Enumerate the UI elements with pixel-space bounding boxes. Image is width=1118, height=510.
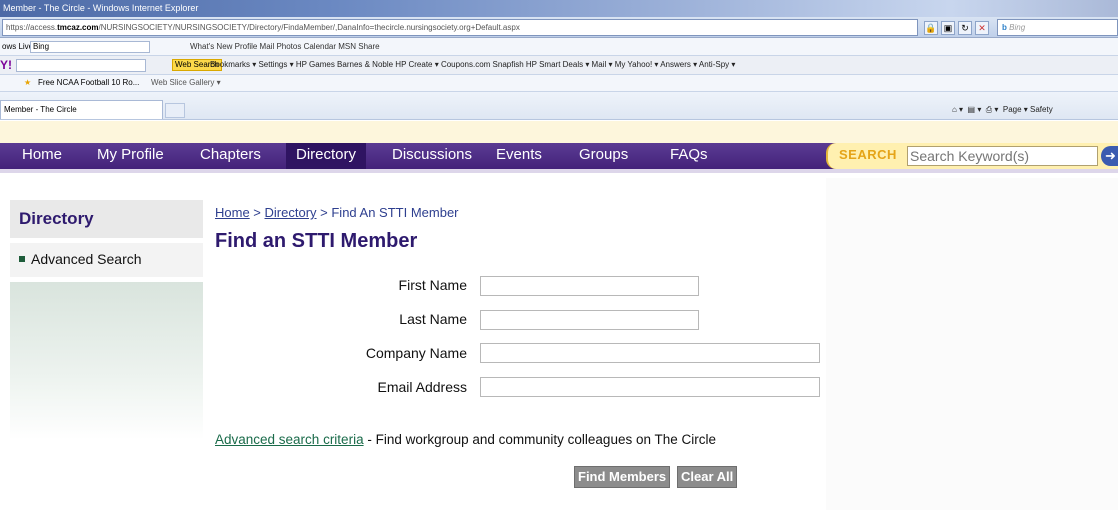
breadcrumb-directory-link[interactable]: Directory (265, 205, 317, 220)
last-name-label: Last Name (399, 311, 467, 327)
print-icon[interactable]: ⎙ ▾ (986, 105, 999, 114)
sidebar-item-advanced-search[interactable]: Advanced Search (10, 243, 203, 277)
right-panel (826, 178, 1118, 510)
square-bullet-icon (19, 256, 25, 262)
command-bar-tools[interactable]: ⌂ ▾ ▤ ▾ ⎙ ▾ Page ▾ Safety (952, 103, 1053, 117)
email-address-label: Email Address (377, 379, 467, 395)
nav-directory[interactable]: Directory (286, 143, 367, 169)
live-search-input[interactable]: Bing (30, 41, 150, 53)
window-title: Member - The Circle - Windows Internet E… (0, 0, 1118, 17)
search-input[interactable] (907, 146, 1098, 166)
last-name-field[interactable] (480, 310, 699, 330)
feeds-icon[interactable]: ▤ ▾ (968, 105, 982, 114)
bing-icon: b (1002, 23, 1007, 32)
favorites-star-icon[interactable]: ★ (24, 75, 31, 91)
address-bar: https://access.tmcaz.com/NURSINGSOCIETY/… (0, 17, 1118, 38)
search-label: SEARCH (839, 147, 897, 162)
breadcrumb-home-link[interactable]: Home (215, 205, 250, 220)
url-field[interactable]: https://access.tmcaz.com/NURSINGSOCIETY/… (2, 19, 918, 36)
nav-groups[interactable]: Groups (579, 143, 628, 169)
compat-icon[interactable]: ▣ (941, 20, 955, 35)
live-toolbar: ows Live Bing What's New Profile Mail Ph… (0, 38, 1118, 56)
stop-icon[interactable]: ✕ (975, 20, 989, 35)
advanced-search-criteria-link[interactable]: Advanced search criteria (215, 432, 364, 447)
clear-all-button[interactable]: Clear All (677, 466, 738, 488)
web-slice-gallery-link[interactable]: Web Slice Gallery ▾ (151, 75, 221, 91)
first-name-field[interactable] (480, 276, 699, 296)
page-top-strip (0, 121, 1118, 143)
site-search: SEARCH ➜ (826, 143, 1118, 169)
yahoo-logo-icon[interactable]: Y! (0, 56, 12, 74)
favorites-bar: ★ Free NCAA Football 10 Ro... Web Slice … (0, 75, 1118, 92)
yahoo-search-input[interactable] (16, 59, 146, 72)
nav-discussions[interactable]: Discussions (392, 143, 472, 169)
search-go-arrow-icon[interactable]: ➜ (1101, 146, 1118, 166)
favorite-link[interactable]: Free NCAA Football 10 Ro... (38, 75, 139, 91)
advanced-search-line: Advanced search criteria - Find workgrou… (215, 432, 716, 447)
find-members-button[interactable]: Find Members (574, 466, 671, 488)
live-toolbar-links[interactable]: What's New Profile Mail Photos Calendar … (190, 38, 380, 55)
sidebar-title: Directory (10, 200, 203, 238)
nav-chapters[interactable]: Chapters (200, 143, 261, 169)
nav-faqs[interactable]: FAQs (670, 143, 708, 169)
page-title: Find an STTI Member (215, 230, 418, 252)
address-bar-icons: 🔒 ▣ ↻ ✕ (924, 20, 989, 35)
live-toolbar-label: ows Live (2, 42, 34, 51)
company-name-label: Company Name (365, 345, 467, 361)
breadcrumb-current: Find An STTI Member (331, 205, 459, 220)
nav-my-profile[interactable]: My Profile (97, 143, 164, 169)
browser-tab[interactable]: Member - The Circle (0, 100, 163, 119)
site-nav: Home My Profile Chapters Directory Discu… (0, 143, 1118, 173)
email-address-field[interactable] (480, 377, 820, 397)
sidebar-item-label: Advanced Search (31, 251, 142, 267)
advanced-search-description: - Find workgroup and community colleague… (363, 432, 716, 447)
breadcrumb: Home > Directory > Find An STTI Member (215, 205, 459, 220)
bing-search-box[interactable]: b Bing (997, 19, 1118, 36)
yahoo-toolbar: Y! Web Search Bookmarks ▾ Settings ▾ HP … (0, 56, 1118, 75)
left-sidebar: Directory Advanced Search (10, 200, 203, 440)
home-icon[interactable]: ⌂ ▾ (952, 105, 963, 114)
company-name-field[interactable] (480, 343, 820, 363)
yahoo-toolbar-links[interactable]: Bookmarks ▾ Settings ▾ HP Games Barnes &… (210, 56, 735, 74)
refresh-icon[interactable]: ↻ (958, 20, 972, 35)
nav-home[interactable]: Home (22, 143, 62, 169)
sidebar-background (10, 282, 203, 440)
first-name-label: First Name (398, 277, 467, 293)
nav-events[interactable]: Events (496, 143, 542, 169)
tab-bar: Member - The Circle ⌂ ▾ ▤ ▾ ⎙ ▾ Page ▾ S… (0, 92, 1118, 120)
lock-icon[interactable]: 🔒 (924, 20, 938, 35)
new-tab-button[interactable] (165, 103, 185, 118)
